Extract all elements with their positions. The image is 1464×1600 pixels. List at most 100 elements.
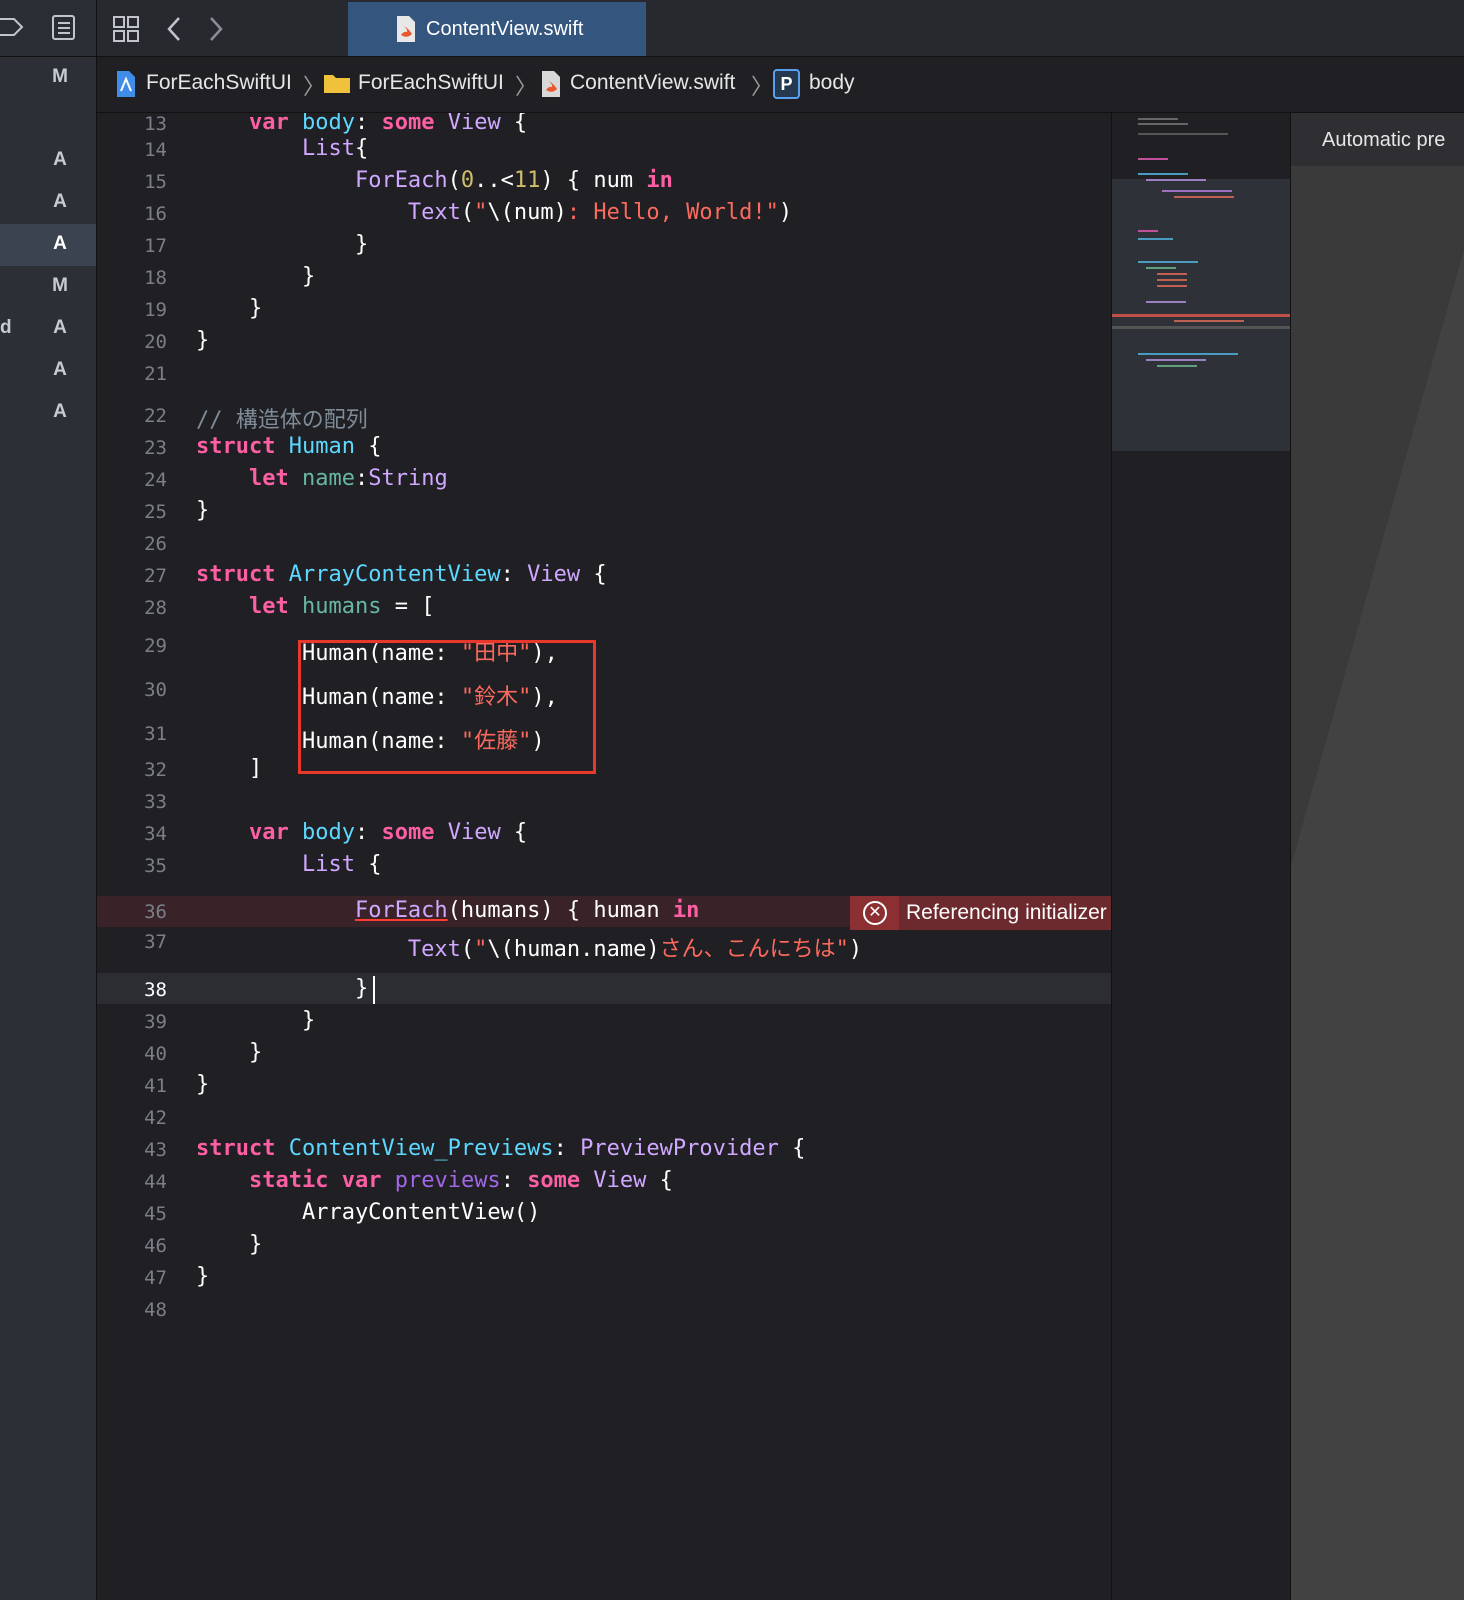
minimap-line (1138, 353, 1238, 355)
code-line: 47} (144, 1264, 210, 1289)
code-line: 30 Human(name: "鈴木"), (144, 679, 558, 710)
code-line: 16 Text("\(num): Hello, World!") (144, 200, 793, 225)
code-line: 29 Human(name: "田中"), (144, 635, 558, 666)
code-line: 31 Human(name: "佐藤") (144, 723, 545, 754)
code-line: 23 struct Human { (144, 434, 382, 459)
code-editor[interactable]: 13 var body: some View { 14 List{ 15 For… (97, 113, 1111, 1600)
code-line: 41} (144, 1072, 210, 1097)
swift-file-icon (397, 16, 415, 42)
error-message: Referencing initializer 'init(... (906, 901, 1111, 924)
editor-tab-bar: ContentView.swift (97, 0, 1464, 57)
code-line: 19 } (144, 296, 263, 321)
code-line: 25} (144, 498, 210, 523)
forward-chevron-icon[interactable] (208, 16, 224, 42)
code-line: 45 ArrayContentView() (144, 1200, 541, 1225)
code-line: 14 List{ (144, 136, 369, 161)
minimap-line (1162, 190, 1232, 192)
minimap-line (1138, 238, 1173, 240)
minimap-line (1174, 196, 1234, 198)
minimap-line (1138, 133, 1228, 135)
preview-canvas[interactable]: Automatic pre (1290, 113, 1464, 1600)
code-line: 40 } (144, 1040, 263, 1065)
file-status-badge: A (53, 191, 67, 212)
code-line: 27 struct ArrayContentView: View { (144, 562, 607, 587)
outline-list-icon[interactable] (52, 15, 76, 41)
related-items-grid-icon[interactable] (113, 16, 139, 42)
minimap-line (1157, 365, 1197, 367)
tab-title: ContentView.swift (426, 18, 584, 40)
code-line: 22// 構造体の配列 (144, 405, 368, 433)
code-line: 21 (144, 363, 167, 385)
file-status-badge: A (53, 401, 67, 422)
minimap-line (1138, 173, 1188, 175)
minimap-current-line (1112, 326, 1290, 329)
code-line: 39 } (144, 1008, 316, 1033)
canvas-background-pattern (1291, 249, 1464, 1600)
minimap-line (1138, 230, 1158, 232)
breadcrumb-project[interactable]: ForEachSwiftUI (146, 71, 292, 95)
minimap-line (1146, 359, 1206, 361)
xcode-project-icon (117, 71, 135, 97)
error-x-icon: ✕ (863, 901, 887, 925)
breadcrumb-chevron-icon: 〉 (515, 74, 538, 99)
file-status-badge: M (52, 66, 68, 87)
breadcrumb-chevron-icon: 〉 (751, 74, 774, 99)
code-line: 18 } (144, 264, 316, 289)
navigator-toggle-icon[interactable] (0, 16, 24, 38)
tab-contentview-swift[interactable]: ContentView.swift (348, 2, 646, 56)
minimap-line (1138, 118, 1178, 120)
code-line: 38 } (144, 976, 369, 1001)
file-status-badge: A (53, 149, 67, 170)
minimap-line (1138, 123, 1188, 125)
minimap-error-marker (1112, 314, 1290, 317)
annotation-highlight-box (298, 640, 596, 774)
code-line: 32 ] (144, 756, 263, 781)
file-status-badge: A (53, 233, 67, 254)
navigator-toolbar (0, 0, 96, 57)
code-line: 43 struct ContentView_Previews: PreviewPr… (144, 1136, 806, 1161)
code-line: 24 let name:String (144, 466, 448, 491)
breadcrumb-folder[interactable]: ForEachSwiftUI (358, 71, 504, 95)
minimap-line (1146, 301, 1186, 303)
breadcrumb-file[interactable]: ContentView.swift (570, 71, 735, 95)
error-message-bubble[interactable]: ✕ Referencing initializer 'init(... (850, 896, 1111, 930)
minimap-line (1138, 261, 1198, 263)
minimap-line (1157, 285, 1187, 287)
code-line: 35 List { (144, 852, 382, 877)
code-line: 20} (144, 328, 210, 353)
code-line: 48 (144, 1299, 167, 1321)
code-line: 33 (144, 791, 167, 813)
minimap-line (1138, 158, 1168, 160)
minimap[interactable] (1111, 113, 1290, 1600)
preview-header: Automatic pre (1291, 113, 1464, 166)
property-symbol-icon: P (773, 69, 800, 99)
minimap-line (1157, 279, 1187, 281)
code-line: 34 var body: some View { (144, 820, 528, 845)
code-line: 46 } (144, 1232, 263, 1257)
text-cursor (373, 976, 375, 1004)
code-line: 26 (144, 533, 167, 555)
swift-file-icon (542, 71, 560, 97)
code-line: 44 static var previews: some View { (144, 1168, 673, 1193)
minimap-line (1146, 267, 1176, 269)
minimap-line (1174, 320, 1244, 322)
code-line: 42 (144, 1107, 167, 1129)
breadcrumb-chevron-icon: 〉 (303, 74, 326, 99)
truncated-file-name[interactable]: d (0, 317, 12, 339)
navigator-panel: M A A A M A A A d (0, 0, 97, 1600)
breadcrumb: ForEachSwiftUI 〉 ForEachSwiftUI 〉 Conten… (97, 57, 1464, 113)
breadcrumb-symbol[interactable]: body (809, 71, 855, 95)
minimap-line (1146, 179, 1206, 181)
navigator-selected-row[interactable] (0, 224, 96, 266)
file-status-badge: M (52, 275, 68, 296)
folder-icon (324, 75, 350, 93)
file-status-badge: A (53, 359, 67, 380)
error-icon-container: ✕ (850, 896, 899, 930)
minimap-line (1157, 273, 1187, 275)
back-chevron-icon[interactable] (166, 16, 182, 42)
file-status-badge: A (53, 317, 67, 338)
preview-status-label: Automatic pre (1322, 129, 1446, 151)
code-line: 28 let humans = [ (144, 594, 435, 619)
code-line: 15 ForEach(0..<11) { num in (144, 168, 673, 193)
code-line: 17 } (144, 232, 369, 257)
